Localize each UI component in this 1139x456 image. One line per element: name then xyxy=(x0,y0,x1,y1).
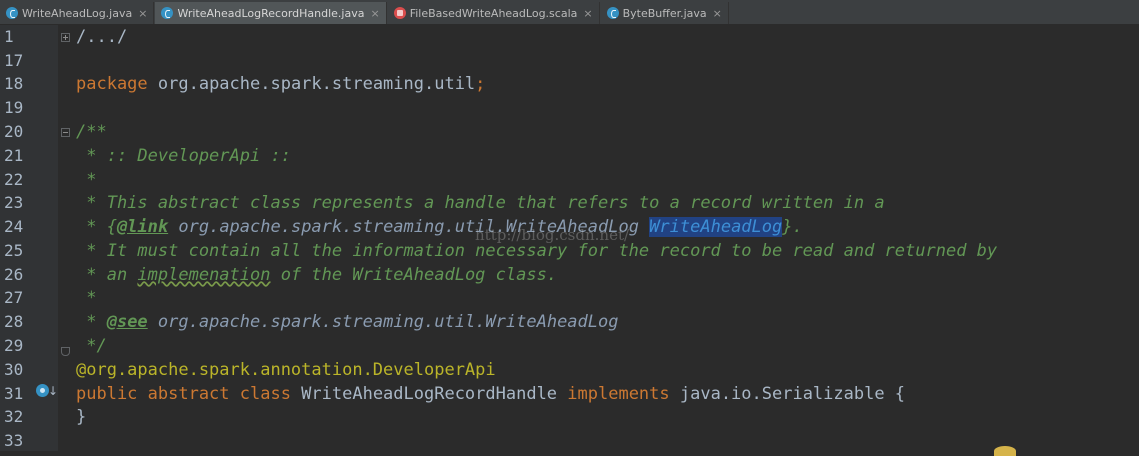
line-number: 20 xyxy=(4,122,24,141)
javadoc-tag[interactable]: @see xyxy=(107,312,148,332)
gutter-line: 23 xyxy=(0,191,58,215)
line-number: 23 xyxy=(4,193,24,212)
typo-highlight[interactable]: implemenation xyxy=(137,265,270,285)
code-line-30: @org.apache.spark.annotation.DeveloperAp… xyxy=(76,360,496,380)
gutter-line: 32 xyxy=(0,405,58,429)
line-number: 28 xyxy=(4,312,24,331)
class-name: WriteAheadLogRecordHandle xyxy=(290,384,568,404)
code-line-22: * xyxy=(76,170,97,190)
gutter-line: 1 xyxy=(0,25,58,49)
close-icon[interactable]: × xyxy=(713,7,722,20)
keyword: package xyxy=(76,74,148,94)
folded-header[interactable]: /.../ xyxy=(76,27,127,47)
fold-end-icon[interactable] xyxy=(61,347,70,356)
code-line-18: package org.apache.spark.streaming.util; xyxy=(76,72,485,96)
code-line-28: * @see org.apache.spark.streaming.util.W… xyxy=(76,310,618,334)
gutter-line: 21 xyxy=(0,144,58,168)
line-number: 26 xyxy=(4,265,24,284)
gutter-line: 27 xyxy=(0,286,58,310)
code-line-20: /** xyxy=(76,122,107,142)
code-line-23: * This abstract class represents a handl… xyxy=(76,193,885,213)
code-line-21: * :: DeveloperApi :: xyxy=(76,146,291,166)
javadoc-reference[interactable]: org.apache.spark.streaming.util.WriteAhe… xyxy=(148,312,619,332)
line-number: 19 xyxy=(4,98,24,117)
code-line-29: */ xyxy=(76,336,107,356)
line-number: 30 xyxy=(4,360,24,379)
line-number: 18 xyxy=(4,74,24,93)
fold-collapse-icon[interactable] xyxy=(61,128,70,137)
corner-indicator xyxy=(994,446,1016,456)
java-file-icon xyxy=(6,7,18,19)
watermark: http://blog.csdn.net/ xyxy=(475,226,630,244)
gutter-line: 30 xyxy=(0,358,58,382)
selected-text[interactable]: WriteAheadLog xyxy=(649,217,783,237)
gutter-line: 28 xyxy=(0,310,58,334)
keyword: implements xyxy=(567,384,670,404)
line-number: 29 xyxy=(4,336,24,355)
line-number: 27 xyxy=(4,288,24,307)
close-icon[interactable]: × xyxy=(370,7,379,20)
line-number: 17 xyxy=(4,51,24,70)
tab-label: WriteAheadLogRecordHandle.java xyxy=(177,6,365,20)
gutter-line: 26 xyxy=(0,263,58,287)
gutter-line: 29 xyxy=(0,334,58,358)
tab-label: ByteBuffer.java xyxy=(622,6,707,20)
gutter-line: 24 xyxy=(0,215,58,239)
comment-text: * { xyxy=(76,217,117,237)
gutter-line: 19 xyxy=(0,96,58,120)
line-number: 25 xyxy=(4,241,24,260)
line-number: 24 xyxy=(4,217,24,236)
code-line-1: /.../ xyxy=(76,25,127,49)
code-line-32: } xyxy=(76,407,87,427)
code-line-24: * {@link org.apache.spark.streaming.util… xyxy=(76,215,803,239)
gutter-line: 18 xyxy=(0,72,58,96)
code-line-26: * an implemenation of the WriteAheadLog … xyxy=(76,263,557,287)
close-icon[interactable]: × xyxy=(138,7,147,20)
comment-text: of the WriteAheadLog class. xyxy=(270,265,558,285)
gutter-line: 33 xyxy=(0,429,58,453)
fold-expand-icon[interactable] xyxy=(61,33,70,42)
comment-text: * an xyxy=(76,265,138,285)
tab-writeaheadlog-java[interactable]: WriteAheadLog.java × xyxy=(0,2,155,24)
line-number: 21 xyxy=(4,146,24,165)
tab-label: WriteAheadLog.java xyxy=(22,6,133,20)
scala-file-icon xyxy=(393,7,406,19)
tab-label: FileBasedWriteAheadLog.scala xyxy=(409,6,578,20)
tab-filebasedwriteaheadlog-scala[interactable]: FileBasedWriteAheadLog.scala × xyxy=(387,2,600,24)
editor-tab-bar: WriteAheadLog.java × WriteAheadLogRecord… xyxy=(0,0,1139,25)
java-file-icon xyxy=(161,7,174,19)
code-text: java.io.Serializable { xyxy=(669,384,906,404)
package-name: org.apache.spark.streaming.util xyxy=(147,74,476,94)
line-number: 1 xyxy=(4,27,14,46)
gutter-line: 22 xyxy=(0,168,58,192)
keyword: public abstract class xyxy=(76,384,291,404)
line-number: 33 xyxy=(4,431,24,450)
close-icon[interactable]: × xyxy=(583,7,592,20)
gutter-line: 17 xyxy=(0,49,58,73)
gutter-line: 25 xyxy=(0,239,58,263)
java-file-icon xyxy=(606,7,619,19)
javadoc-tag[interactable]: @link xyxy=(117,217,168,237)
comment-text: }. xyxy=(782,217,803,237)
semicolon: ; xyxy=(475,74,486,94)
line-number: 32 xyxy=(4,407,24,426)
navigate-down-icon[interactable]: ↓ xyxy=(48,384,58,398)
code-line-27: * xyxy=(76,288,97,308)
comment-text: * xyxy=(76,312,107,332)
tab-bytebuffer-java[interactable]: ByteBuffer.java × xyxy=(600,2,729,24)
line-number: 31 xyxy=(4,384,24,403)
gutter-line: 20 xyxy=(0,120,58,144)
line-number: 22 xyxy=(4,170,24,189)
code-line-31: public abstract class WriteAheadLogRecor… xyxy=(76,382,905,406)
tab-writeaheadlogrecordhandle-java[interactable]: WriteAheadLogRecordHandle.java × xyxy=(155,2,387,24)
